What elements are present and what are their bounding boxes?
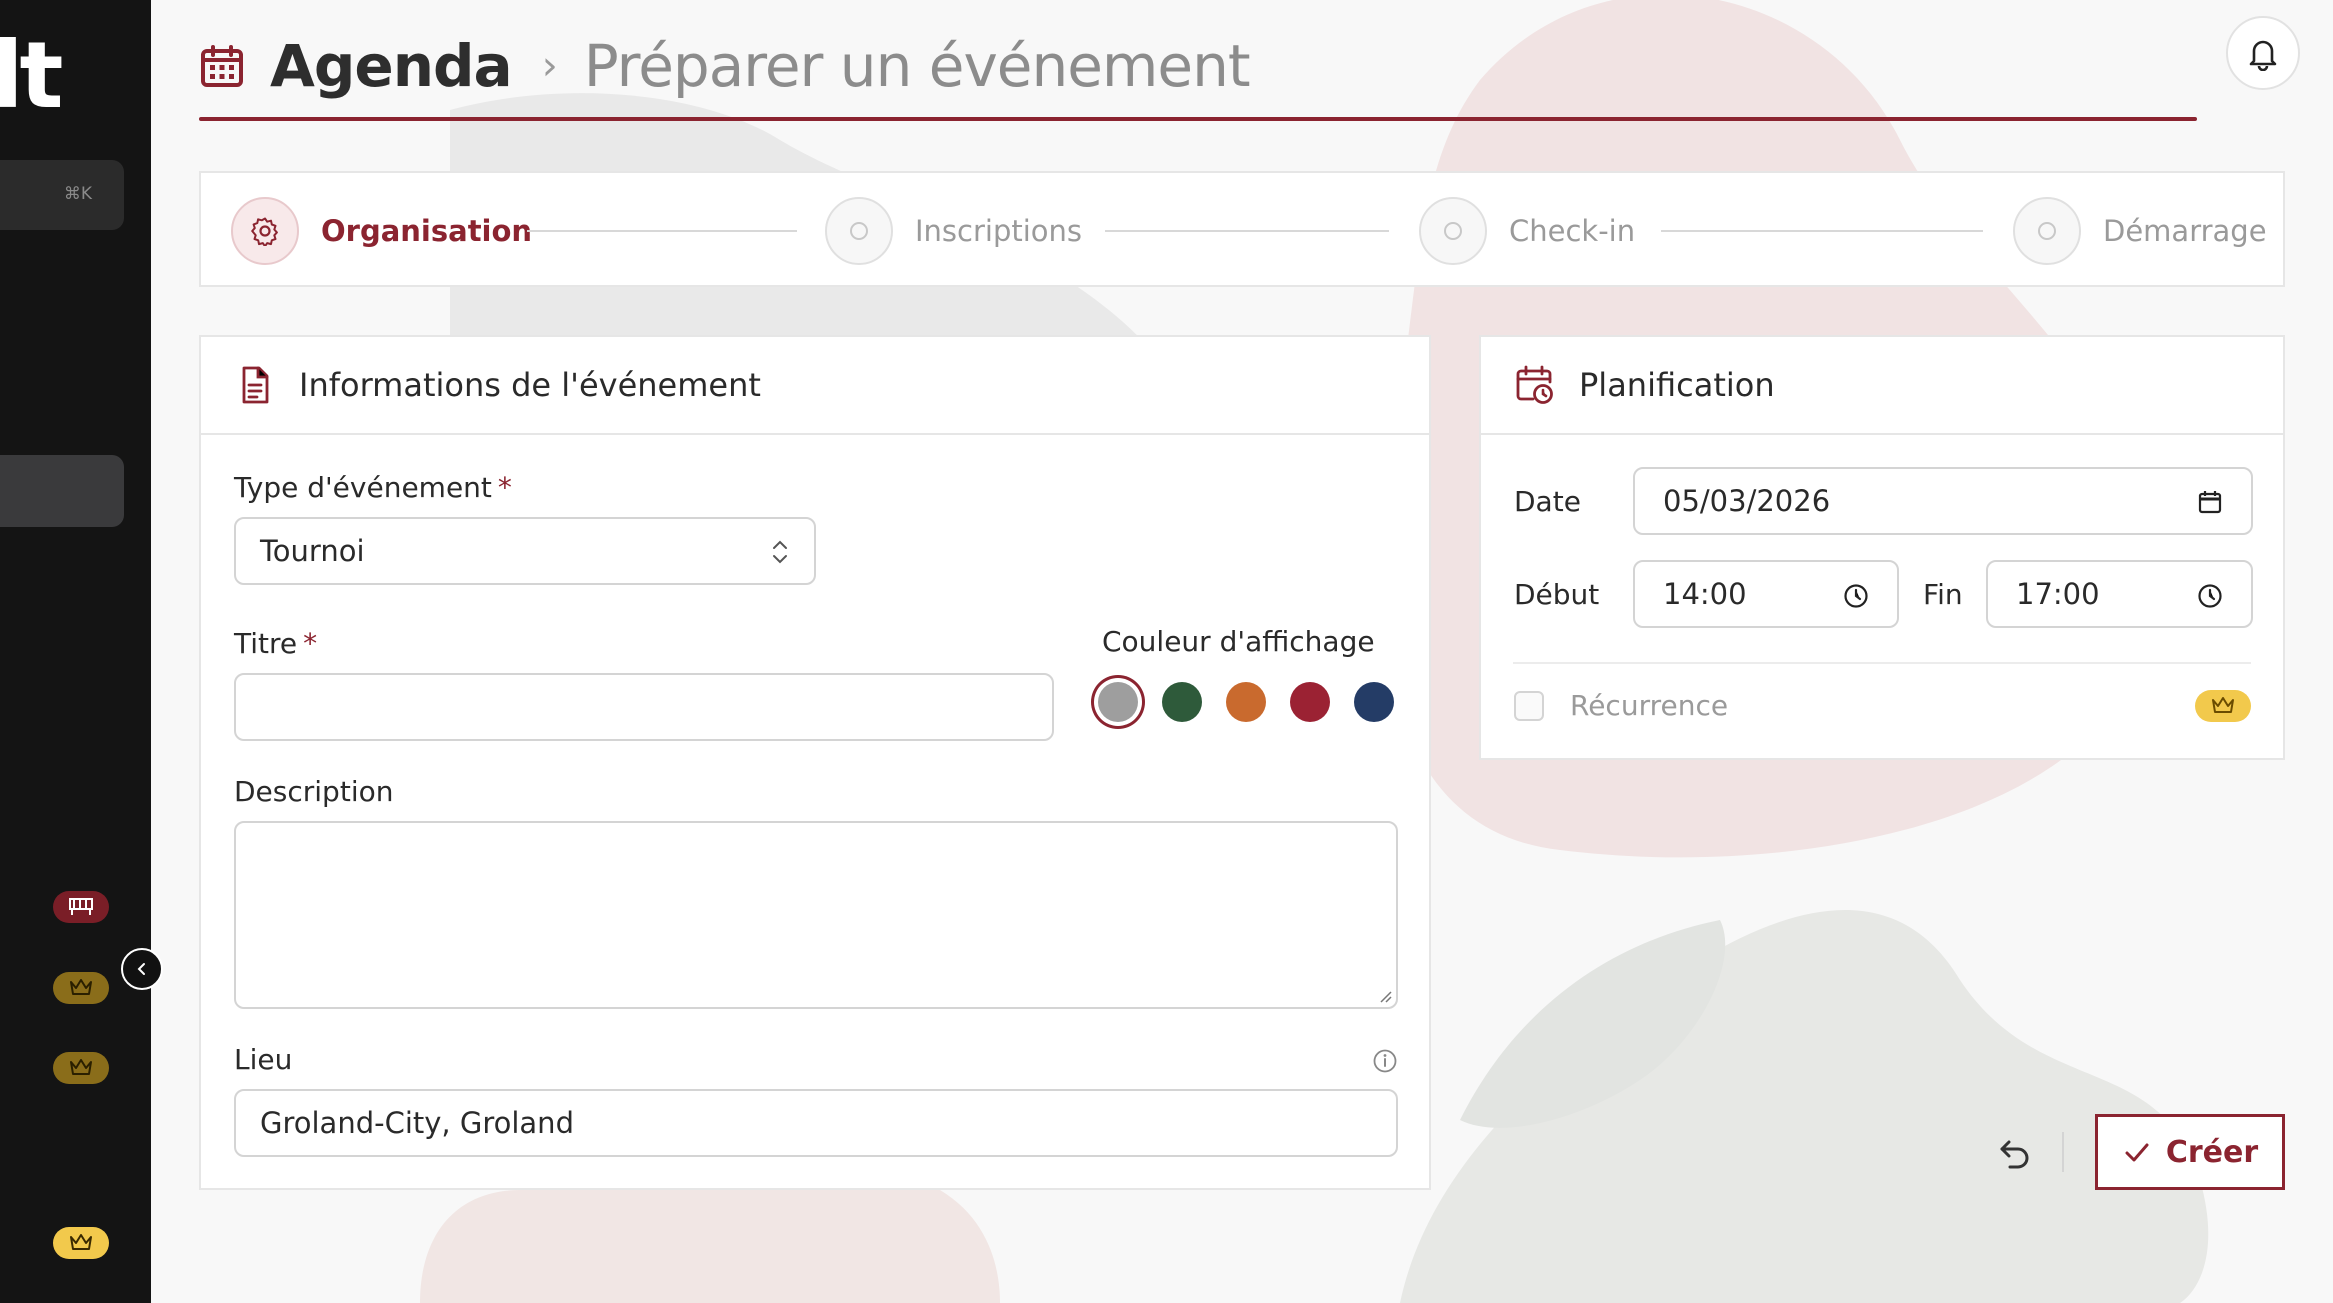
start-time-input[interactable]: 14:00 — [1633, 560, 1899, 628]
chevron-updown-icon — [773, 540, 787, 564]
sidebar-search[interactable]: ⌘K — [0, 160, 124, 230]
undo-icon — [2000, 1140, 2029, 1169]
header-underline — [199, 117, 2197, 121]
chevron-left-icon — [137, 963, 145, 975]
step-connector — [527, 230, 797, 232]
color-swatch-green[interactable] — [1162, 682, 1202, 722]
crown-icon — [70, 1059, 92, 1075]
color-swatch-gray[interactable] — [1098, 682, 1138, 722]
circle-icon — [1444, 222, 1462, 240]
crown-icon — [70, 979, 92, 995]
action-divider — [2062, 1132, 2064, 1172]
step-label: Organisation — [321, 214, 533, 248]
step-checkin[interactable]: Check-in — [1419, 197, 1635, 265]
type-label: Type d'événement * — [234, 471, 512, 504]
start-time-value: 14:00 — [1663, 577, 1747, 611]
title-label: Titre * — [234, 627, 317, 660]
premium-badge[interactable] — [2195, 690, 2251, 722]
divider — [1513, 662, 2251, 664]
crown-badge-3[interactable] — [53, 1227, 109, 1259]
planning-panel: Planification Date 05/03/2026 Début 14:0… — [1479, 335, 2285, 760]
step-label: Inscriptions — [915, 214, 1083, 248]
reset-button[interactable] — [1990, 1128, 2040, 1178]
check-icon — [2125, 1143, 2149, 1162]
event-type-value: Tournoi — [260, 534, 365, 568]
end-time-input[interactable]: 17:00 — [1986, 560, 2253, 628]
required-mark: * — [497, 471, 512, 504]
color-label: Couleur d'affichage — [1102, 625, 1375, 658]
circle-icon — [2038, 222, 2056, 240]
sidebar: lt ⌘K — [0, 0, 151, 1303]
description-textarea[interactable] — [234, 821, 1398, 1009]
search-shortcut: ⌘K — [63, 184, 92, 204]
gear-icon — [251, 217, 278, 246]
crown-badge-1[interactable] — [53, 972, 109, 1004]
create-button[interactable]: Créer — [2095, 1114, 2285, 1190]
step-inscriptions[interactable]: Inscriptions — [825, 197, 1082, 265]
step-circle — [231, 197, 299, 265]
step-connector — [1105, 230, 1389, 232]
page-header: Agenda › Préparer un événement — [200, 26, 2200, 106]
end-label: Fin — [1923, 578, 1963, 611]
info-icon[interactable] — [1372, 1048, 1398, 1074]
clock-icon[interactable] — [1843, 583, 1869, 609]
sidebar-item-active[interactable] — [0, 455, 124, 527]
end-time-value: 17:00 — [2016, 577, 2100, 611]
calendar-icon — [201, 45, 243, 87]
document-icon — [242, 366, 269, 404]
type-label-text: Type d'événement — [234, 471, 492, 504]
location-label: Lieu — [234, 1043, 293, 1076]
crown-badge-2[interactable] — [53, 1052, 109, 1084]
calendar-clock-icon — [1516, 365, 1553, 404]
breadcrumb-subtitle: Préparer un événement — [583, 32, 1251, 100]
date-input[interactable]: 05/03/2026 — [1633, 467, 2253, 535]
app-logo: lt — [0, 22, 63, 129]
step-circle — [825, 197, 893, 265]
panel-header: Informations de l'événement — [201, 337, 1429, 435]
step-connector — [1661, 230, 1983, 232]
panel-header: Planification — [1481, 337, 2283, 435]
date-value: 05/03/2026 — [1663, 484, 1831, 518]
start-label: Début — [1514, 578, 1600, 611]
notifications-button[interactable] — [2226, 16, 2300, 90]
step-circle — [1419, 197, 1487, 265]
panel-title: Informations de l'événement — [299, 366, 761, 404]
flag-badge[interactable] — [53, 891, 109, 923]
create-button-label: Créer — [2165, 1134, 2259, 1170]
event-type-select[interactable]: Tournoi — [234, 517, 816, 585]
circle-icon — [850, 222, 868, 240]
title-label-text: Titre — [234, 627, 298, 660]
color-swatch-blue[interactable] — [1354, 682, 1394, 722]
event-info-panel: Informations de l'événement Type d'événe… — [199, 335, 1431, 1190]
title-input[interactable] — [234, 673, 1054, 741]
step-circle — [2013, 197, 2081, 265]
recurrence-label: Récurrence — [1570, 689, 1729, 722]
color-swatch-red[interactable] — [1290, 682, 1330, 722]
progress-stepper: Organisation Inscriptions Check-in Démar… — [199, 171, 2285, 287]
recurrence-checkbox[interactable] — [1514, 691, 1544, 721]
flag-icon — [69, 898, 93, 915]
step-demarrage[interactable]: Démarrage — [2013, 197, 2267, 265]
sidebar-collapse-button[interactable] — [121, 948, 163, 990]
date-label: Date — [1514, 485, 1581, 518]
panel-title: Planification — [1579, 366, 1775, 404]
step-label: Démarrage — [2103, 214, 2267, 248]
bell-icon — [2249, 40, 2277, 71]
color-swatch-orange[interactable] — [1226, 682, 1266, 722]
crown-icon — [70, 1234, 92, 1250]
required-mark: * — [303, 627, 318, 660]
clock-icon[interactable] — [2197, 583, 2223, 609]
calendar-icon[interactable] — [2197, 489, 2223, 515]
breadcrumb-separator: › — [541, 43, 558, 89]
description-label: Description — [234, 775, 394, 808]
step-label: Check-in — [1509, 214, 1636, 248]
breadcrumb-title[interactable]: Agenda — [270, 32, 513, 100]
resize-handle-icon[interactable] — [1378, 989, 1392, 1003]
step-organisation[interactable]: Organisation — [231, 197, 532, 265]
location-input[interactable]: Groland-City, Groland — [234, 1089, 1398, 1157]
location-value: Groland-City, Groland — [260, 1106, 574, 1140]
crown-icon — [2212, 697, 2234, 713]
